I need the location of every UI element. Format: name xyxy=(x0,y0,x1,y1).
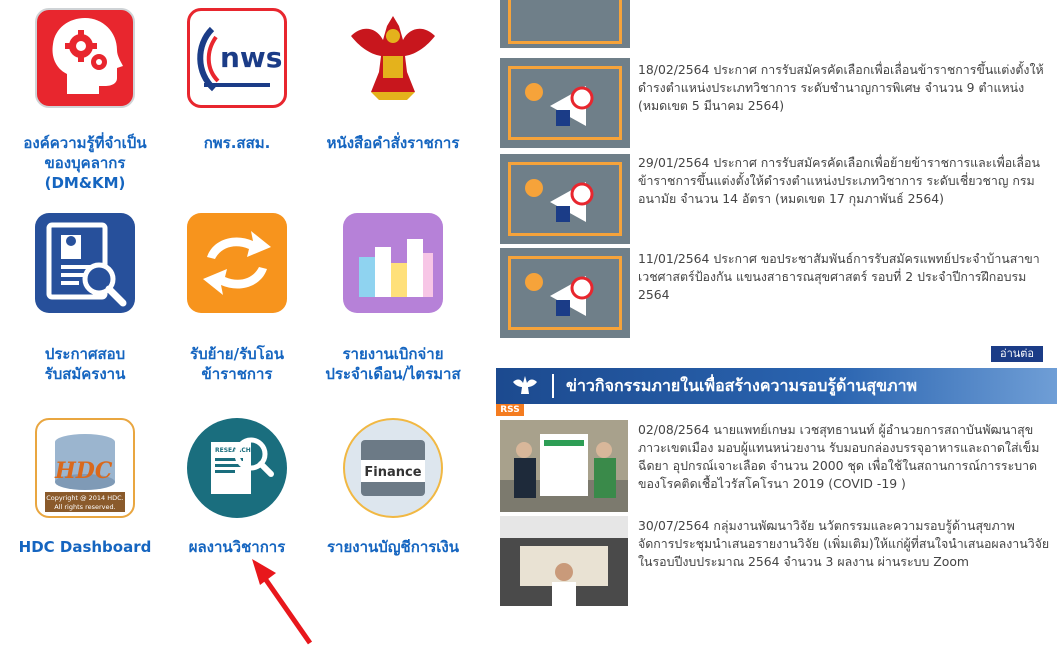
finance-calculator-icon: Finance xyxy=(343,418,443,518)
rss-badge[interactable]: RSS xyxy=(496,404,524,416)
hdc-copyright-line2: All rights reserved. xyxy=(54,503,115,511)
research-magnifier-icon: RESEARCH xyxy=(187,418,287,518)
activity-text[interactable]: 02/08/2564 นายแพทย์เกษม เวชสุทธานนท์ ผู้… xyxy=(638,421,1053,493)
swap-arrows-icon xyxy=(187,213,287,313)
bar-chart-icon xyxy=(343,213,443,313)
tile-label: รายงานเบิกจ่าย ประจำเดือน/ไตรมาส xyxy=(325,345,461,383)
news-text[interactable]: 18/02/2564 ประกาศ การรับสมัครคัดเลือกเพื… xyxy=(638,61,1053,115)
svg-text:nws: nws xyxy=(220,41,282,74)
tile-label: HDC Dashboard xyxy=(18,538,152,556)
activity-section-header: ข่าวกิจกรรมภายในเพื่อสร้างความรอบรู้ด้าน… xyxy=(496,368,1057,404)
garuda-emblem-icon xyxy=(343,6,443,106)
tile-label: ประกาศสอบ รับสมัครงาน xyxy=(44,345,126,383)
megaphone-thumbnail-icon xyxy=(500,248,630,338)
news-item-partial[interactable] xyxy=(500,0,1055,50)
hdc-database-icon: HDC Copyright @ 2014 HDC. All rights res… xyxy=(35,418,135,518)
tile-label: รายงานบัญชีการเงิน xyxy=(326,538,460,556)
gear-head-icon xyxy=(35,8,135,108)
activity-photo[interactable] xyxy=(500,516,628,606)
svg-text:HDC: HDC xyxy=(54,458,113,484)
section-divider xyxy=(552,374,554,398)
garuda-emblem-icon xyxy=(513,376,537,394)
svg-text:RESEARCH: RESEARCH xyxy=(215,447,251,454)
tile-label: องค์ความรู้ที่จำเป็น ของบุคลากร (DM&KM) xyxy=(23,134,147,192)
activity-photo[interactable] xyxy=(500,420,628,512)
news-item[interactable]: 11/01/2564 ประกาศ ขอประชาสัมพันธ์การรับส… xyxy=(500,248,1055,340)
news-text[interactable]: 11/01/2564 ประกาศ ขอประชาสัมพันธ์การรับส… xyxy=(638,250,1053,304)
news-text[interactable]: 29/01/2564 ประกาศ การรับสมัครคัดเลือกเพื… xyxy=(638,154,1053,208)
megaphone-thumbnail-icon xyxy=(500,58,630,148)
nws-logo-icon: nws xyxy=(187,8,287,108)
activity-text[interactable]: 30/07/2564 กลุ่มงานพัฒนาวิจัย นวัตกรรมแล… xyxy=(638,517,1053,571)
activity-text-clip: 30/07/2564 กลุ่มงานพัฒนาวิจัย นวัตกรรมแล… xyxy=(638,516,1053,604)
hdc-copyright-line1: Copyright @ 2014 HDC. xyxy=(46,494,124,502)
annotation-arrow-icon xyxy=(252,559,313,645)
megaphone-thumbnail-icon xyxy=(500,0,630,48)
megaphone-thumbnail-icon xyxy=(500,154,630,244)
tile-label: กพร.สสม. xyxy=(203,134,271,152)
section-title: ข่าวกิจกรรมภายในเพื่อสร้างความรอบรู้ด้าน… xyxy=(566,376,918,395)
read-more-button[interactable]: อ่านต่อ xyxy=(991,346,1043,362)
news-item[interactable]: 18/02/2564 ประกาศ การรับสมัครคัดเลือกเพื… xyxy=(500,58,1055,150)
tile-label: รับย้าย/รับโอน ข้าราชการ xyxy=(190,345,284,383)
news-item[interactable]: 29/01/2564 ประกาศ การรับสมัครคัดเลือกเพื… xyxy=(500,154,1055,246)
tile-label: หนังสือคำสั่งราชการ xyxy=(326,134,460,152)
document-search-icon xyxy=(35,213,135,313)
svg-text:Finance: Finance xyxy=(364,465,421,480)
tile-label: ผลงานวิชาการ xyxy=(188,538,286,556)
